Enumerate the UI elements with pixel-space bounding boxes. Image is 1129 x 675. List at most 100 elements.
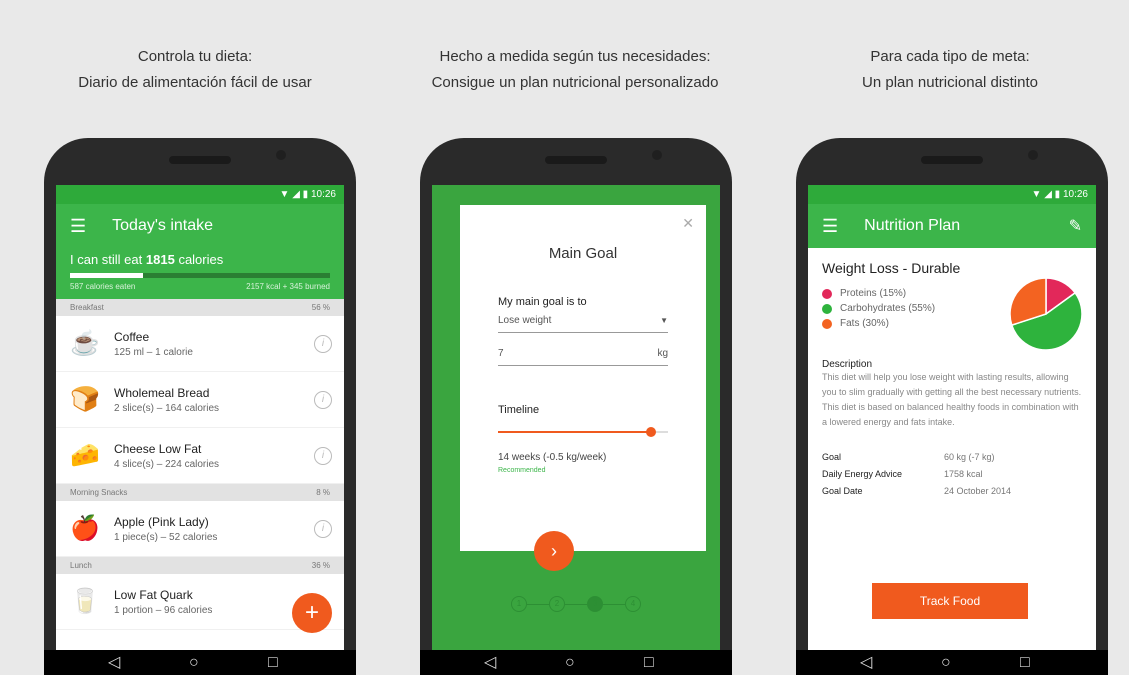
info-icon[interactable]: i [314, 446, 332, 465]
goal-details: Goal 60 kg (-7 kg) Daily Energy Advice 175… [822, 452, 1082, 496]
status-time: 10:26 [1062, 189, 1088, 200]
food-info: Apple (Pink Lady) 1 piece(s) – 52 calorie… [114, 515, 314, 543]
quark-icon: 🥛 [70, 587, 100, 615]
camera [276, 150, 286, 160]
info-icon[interactable]: i [314, 519, 332, 538]
fat-dot [822, 318, 832, 329]
food-name: Wholemeal Bread [114, 385, 210, 400]
next-button[interactable]: › [534, 531, 574, 571]
caption-line: Para cada tipo de meta: [870, 48, 1030, 65]
section-name: Morning Snacks [70, 488, 128, 497]
close-icon[interactable]: ✕ [682, 215, 694, 232]
plan-name: Weight Loss - Durable [822, 260, 961, 276]
caption-2: Hecho a medida según tus necesidades: Co… [405, 44, 745, 96]
info-icon[interactable]: i [314, 390, 332, 409]
speaker [169, 156, 231, 164]
macro-pie-chart [1009, 277, 1083, 351]
phone-3: ▼ ◢ ▮ 10:26 ☰ Nutrition Plan ✎ Weight Lo… [796, 138, 1108, 675]
food-detail: 2 slice(s) – 164 calories [114, 402, 220, 414]
timeline-slider[interactable] [498, 424, 668, 440]
speaker [545, 156, 607, 164]
phone-2: ✕ Main Goal My main goal is to Lose weig… [420, 138, 732, 675]
status-bar: ▼ ◢ ▮ 10:26 [56, 185, 344, 204]
goal-value: Lose weight [498, 314, 552, 326]
app-title: Nutrition Plan [864, 217, 961, 234]
food-detail: 4 slice(s) – 224 calories [114, 458, 220, 470]
home-icon[interactable]: ○ [565, 654, 575, 672]
caption-3: Para cada tipo de meta: Un plan nutricio… [800, 44, 1100, 96]
home-icon[interactable]: ○ [189, 654, 199, 672]
timeline-label: Timeline [498, 404, 540, 416]
slider-knob[interactable] [646, 427, 656, 437]
recents-icon[interactable]: □ [1020, 654, 1030, 672]
section-morning-snacks: Morning Snacks 8 % [56, 484, 344, 501]
edit-icon[interactable]: ✎ [1069, 216, 1082, 236]
section-name: Lunch [70, 561, 92, 570]
section-pct: 56 % [311, 303, 330, 312]
home-icon[interactable]: ○ [941, 654, 951, 672]
calorie-summary: I can still eat 1815 calories 587 calori… [56, 248, 344, 299]
timeline-value: 14 weeks (-0.5 kg/week) [498, 452, 607, 463]
menu-icon[interactable]: ☰ [70, 216, 86, 237]
food-name: Apple (Pink Lady) [114, 514, 209, 529]
calories-eaten: 587 calories eaten [70, 282, 136, 291]
goal-key: Daily Energy Advice [822, 469, 903, 479]
calorie-progress-fill [70, 273, 143, 278]
goal-row: Goal Date 24 October 2014 [822, 486, 1082, 496]
back-icon[interactable]: ◁ [108, 654, 120, 672]
recents-icon[interactable]: □ [268, 654, 278, 672]
eat-suffix: calories [178, 252, 224, 267]
step-2: 2 [549, 596, 565, 612]
eat-prefix: I can still eat [70, 252, 143, 267]
app-bar: ☰ Nutrition Plan ✎ [808, 204, 1096, 248]
step-line [527, 603, 549, 605]
food-item[interactable]: 🍞 Wholemeal Bread 2 slice(s) – 164 calori… [56, 372, 344, 428]
weight-unit: kg [657, 347, 668, 359]
weight-input[interactable]: 7 kg [498, 341, 668, 366]
food-name: Cheese Low Fat [114, 441, 202, 456]
goal-select[interactable]: Lose weight ▼ [498, 308, 668, 333]
step-1: 1 [511, 596, 527, 612]
food-info: Cheese Low Fat 4 slice(s) – 224 calories [114, 442, 314, 470]
food-item[interactable]: 🍎 Apple (Pink Lady) 1 piece(s) – 52 calor… [56, 501, 344, 557]
back-icon[interactable]: ◁ [484, 654, 496, 672]
food-detail: 125 ml – 1 calorie [114, 346, 193, 358]
recommended-label: Recommended [498, 467, 546, 474]
food-info: Wholemeal Bread 2 slice(s) – 164 calories [114, 386, 314, 414]
coffee-icon: ☕ [70, 329, 100, 357]
section-lunch: Lunch 36 % [56, 557, 344, 574]
step-indicator: 1 2 3 4 [432, 596, 720, 612]
nav-bar: ◁ ○ □ [420, 650, 732, 675]
description-title: Description [822, 359, 873, 370]
recents-icon[interactable]: □ [644, 654, 654, 672]
status-bar: ▼ ◢ ▮ 10:26 [808, 185, 1096, 204]
step-3: 3 [587, 596, 603, 612]
food-item[interactable]: ☕ Coffee 125 ml – 1 calorie i [56, 316, 344, 372]
carb-dot [822, 303, 832, 314]
back-icon[interactable]: ◁ [860, 654, 872, 672]
caption-line: Diario de alimentación fácil de usar [78, 74, 312, 91]
caption-line: Hecho a medida según tus necesidades: [439, 48, 711, 65]
calorie-budget: 2157 kcal + 345 burned [246, 282, 330, 291]
apple-icon: 🍎 [70, 514, 100, 542]
main-goal-dialog: ✕ Main Goal My main goal is to Lose weig… [460, 205, 706, 551]
section-pct: 36 % [311, 561, 330, 570]
green-background: ✕ Main Goal My main goal is to Lose weig… [432, 185, 720, 650]
screen-nutrition-plan: ▼ ◢ ▮ 10:26 ☰ Nutrition Plan ✎ Weight Lo… [808, 185, 1096, 650]
legend-label: Proteins (15%) [840, 288, 907, 299]
status-time: 10:26 [310, 189, 336, 200]
add-food-button[interactable]: + [292, 593, 332, 633]
food-item[interactable]: 🧀 Cheese Low Fat 4 slice(s) – 224 calorie… [56, 428, 344, 484]
section-breakfast: Breakfast 56 % [56, 299, 344, 316]
goal-value: 24 October 2014 [944, 486, 1012, 496]
protein-dot [822, 288, 832, 299]
cheese-icon: 🧀 [70, 441, 100, 469]
camera [1028, 150, 1038, 160]
calorie-sub: 587 calories eaten 2157 kcal + 345 burne… [70, 282, 330, 291]
calorie-progress-bar [70, 273, 330, 278]
track-food-button[interactable]: Track Food [872, 583, 1028, 619]
info-icon[interactable]: i [314, 334, 332, 353]
menu-icon[interactable]: ☰ [822, 216, 838, 237]
app-bar: ☰ Today's intake [56, 204, 344, 248]
step-line [603, 603, 625, 605]
